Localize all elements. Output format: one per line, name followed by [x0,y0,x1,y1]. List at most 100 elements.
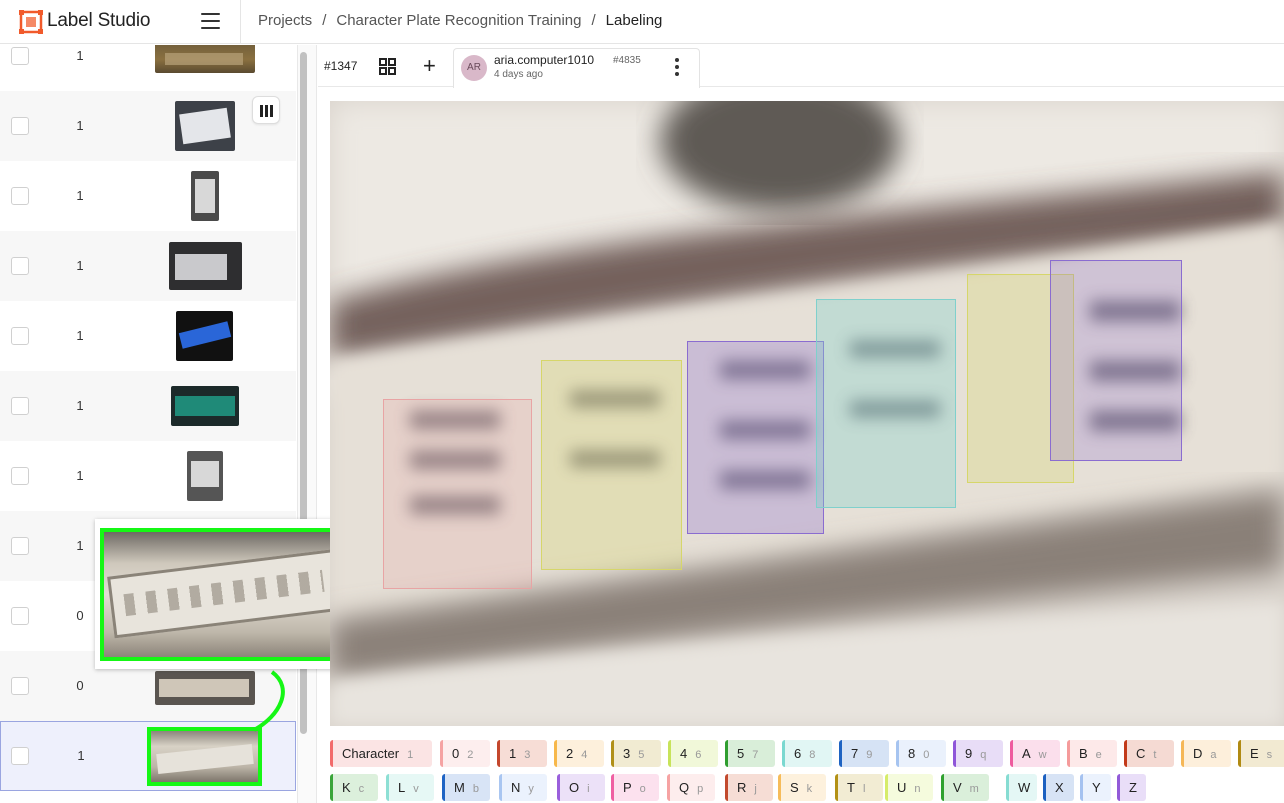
label-name: V [953,780,962,795]
label-s[interactable]: Sk [778,774,826,801]
grid-view-icon[interactable] [379,58,396,75]
task-checkbox[interactable] [11,537,29,555]
label-character[interactable]: Character 1 [330,740,432,767]
label-9[interactable]: 9q [953,740,1003,767]
label-u[interactable]: Un [885,774,933,801]
label-name: T [847,780,855,795]
label-w[interactable]: W [1006,774,1037,801]
label-4[interactable]: 46 [668,740,718,767]
region-box-character[interactable] [687,341,824,534]
task-checkbox[interactable] [11,397,29,415]
label-name: L [398,780,406,795]
label-hotkey: c [358,783,365,795]
divider [240,0,241,44]
menu-hamburger-icon[interactable] [201,13,220,29]
label-5[interactable]: 57 [725,740,775,767]
task-checkbox[interactable] [11,327,29,345]
image-canvas[interactable] [330,101,1284,726]
label-n[interactable]: Ny [499,774,547,801]
task-thumbnail [155,671,255,705]
task-row[interactable]: 1 [0,161,296,231]
task-row[interactable]: 1 [0,441,296,511]
label-x[interactable]: X [1043,774,1074,801]
label-hotkey: l [862,783,866,795]
task-thumbnail [187,451,223,501]
task-checkbox[interactable] [11,47,29,65]
task-checkbox[interactable] [11,607,29,625]
label-e[interactable]: Es [1238,740,1284,767]
label-v[interactable]: Vm [941,774,989,801]
label-hotkey: q [980,749,987,761]
label-d[interactable]: Da [1181,740,1231,767]
label-3[interactable]: 35 [611,740,661,767]
region-box-character[interactable] [383,399,532,589]
label-o[interactable]: Oi [557,774,605,801]
label-name: Q [679,780,690,795]
task-checkbox[interactable] [11,117,29,135]
label-hotkey: m [969,783,979,795]
label-hotkey: b [472,783,479,795]
task-annotation-count: 0 [76,608,84,623]
label-hotkey: w [1038,749,1047,761]
label-studio-logo-icon[interactable] [19,10,43,34]
label-t[interactable]: Tl [835,774,883,801]
label-a[interactable]: Aw [1010,740,1060,767]
breadcrumb-projects[interactable]: Projects [258,12,312,29]
label-name: Z [1129,780,1137,795]
region-box-character[interactable] [816,299,956,508]
label-1[interactable]: 13 [497,740,547,767]
label-hotkey: 1 [407,749,414,761]
task-annotation-count: 1 [76,328,84,343]
task-checkbox[interactable] [11,677,29,695]
more-options-icon[interactable] [674,58,680,78]
label-hotkey: 4 [581,749,588,761]
label-l[interactable]: Lv [386,774,434,801]
task-checkbox[interactable] [11,187,29,205]
breadcrumb-project[interactable]: Character Plate Recognition Training [336,12,581,29]
label-name: U [897,780,907,795]
label-palette: Character 1 0 2 1 3 2 4 3 5 4 6 5 7 6 8 7 9 8 0 9 q Aw Be Ct Da Es… [330,740,1284,803]
label-0[interactable]: 02 [440,740,490,767]
label-6[interactable]: 68 [782,740,832,767]
label-7[interactable]: 79 [839,740,889,767]
task-row[interactable]: 1 [0,371,296,441]
label-name: 9 [965,746,973,761]
label-c[interactable]: Ct [1124,740,1174,767]
task-annotation-count: 1 [76,538,84,553]
task-checkbox[interactable] [11,747,29,765]
task-checkbox[interactable] [11,257,29,275]
label-b[interactable]: Be [1067,740,1117,767]
label-hotkey: t [1153,749,1157,761]
label-hotkey: 9 [866,749,873,761]
region-box-character[interactable] [541,360,682,570]
label-8[interactable]: 80 [896,740,946,767]
label-m[interactable]: Mb [442,774,490,801]
label-q[interactable]: Qp [667,774,715,801]
label-hotkey: n [914,783,921,795]
annotation-timestamp: 4 days ago [494,69,543,80]
task-id: #1347 [324,59,358,73]
task-annotation-count: 1 [76,468,84,483]
label-name: M [454,780,465,795]
label-p[interactable]: Po [611,774,659,801]
brand-name[interactable]: Label Studio [47,10,150,32]
label-name: N [511,780,521,795]
label-2[interactable]: 24 [554,740,604,767]
columns-toggle-button[interactable] [252,96,280,124]
label-k[interactable]: Kc [330,774,378,801]
label-hotkey: s [1266,749,1273,761]
label-name: D [1193,746,1203,761]
add-annotation-plus-icon[interactable]: + [423,55,436,77]
label-name: 2 [566,746,574,761]
task-checkbox[interactable] [11,467,29,485]
label-r[interactable]: Rj [725,774,773,801]
label-z[interactable]: Z [1117,774,1146,801]
task-row[interactable]: 1 [0,301,296,371]
task-row[interactable]: 1 [0,231,296,301]
task-thumbnail [169,242,242,290]
label-name: E [1250,746,1259,761]
label-y[interactable]: Y [1080,774,1111,801]
region-box-character[interactable] [1050,260,1182,461]
task-annotation-count: 1 [76,258,84,273]
task-row[interactable]: 1 [0,45,296,91]
